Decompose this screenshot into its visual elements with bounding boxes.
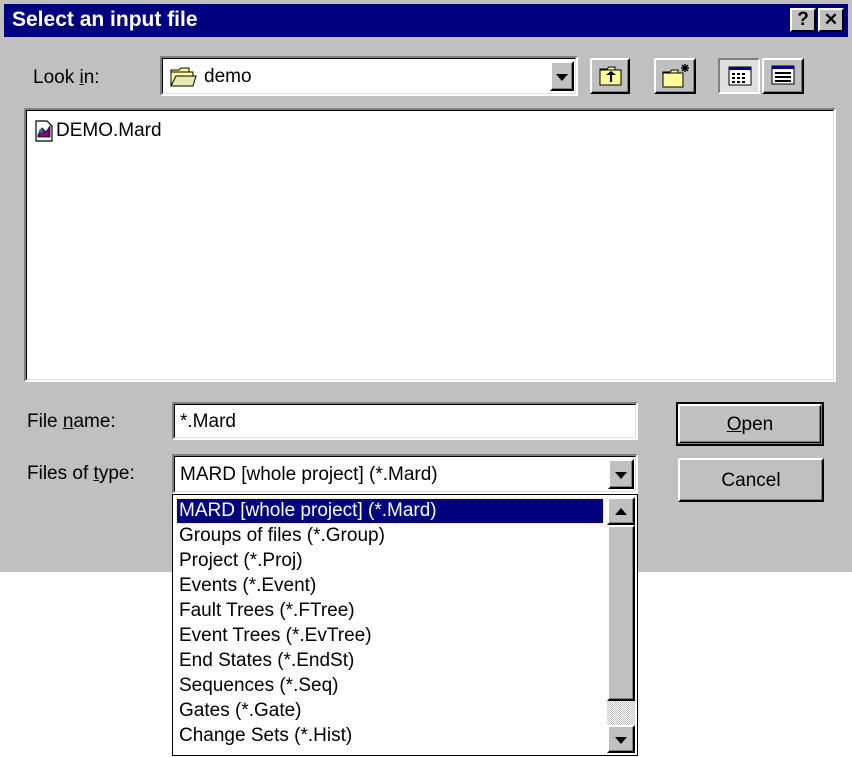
- file-name-input[interactable]: *.Mard: [172, 402, 638, 440]
- help-button[interactable]: ?: [790, 8, 816, 32]
- type-option[interactable]: Events (*.Event): [177, 574, 316, 598]
- files-of-type-label: Files of type:: [27, 463, 135, 484]
- type-option[interactable]: Groups of files (*.Group): [177, 524, 385, 548]
- folder-up-icon: [598, 65, 624, 93]
- scroll-up-icon: [615, 508, 627, 515]
- close-button[interactable]: ✕: [818, 8, 844, 32]
- scroll-up-button[interactable]: [607, 497, 635, 525]
- title-bar: Select an input file ? ✕: [4, 4, 848, 37]
- look-in-value: demo: [204, 66, 252, 87]
- type-option[interactable]: Change Sets (*.Hist): [177, 724, 352, 748]
- type-option[interactable]: Gates (*.Gate): [177, 699, 302, 723]
- open-button[interactable]: Open: [676, 402, 824, 446]
- scroll-down-button[interactable]: [607, 725, 635, 753]
- details-view-button[interactable]: [762, 58, 804, 94]
- type-option[interactable]: Sequences (*.Seq): [177, 674, 339, 698]
- file-name-value: *.Mard: [180, 411, 236, 432]
- type-option[interactable]: Project (*.Proj): [177, 549, 303, 573]
- list-view-icon: [728, 66, 752, 92]
- type-option[interactable]: End States (*.EndSt): [177, 649, 354, 673]
- look-in-label: Look in:: [33, 67, 100, 88]
- files-of-type-combobox[interactable]: MARD [whole project] (*.Mard): [172, 454, 638, 494]
- type-option[interactable]: Event Trees (*.EvTree): [177, 624, 372, 648]
- file-list[interactable]: DEMO.Mard: [24, 108, 836, 382]
- open-button-face: Open: [678, 404, 822, 444]
- open-button-label: Open: [726, 414, 774, 435]
- cancel-button[interactable]: Cancel: [678, 458, 824, 502]
- dropdown-scrollbar[interactable]: [607, 497, 635, 753]
- scroll-down-icon: [615, 737, 627, 744]
- files-of-type-dropdown-list[interactable]: MARD [whole project] (*.Mard) Groups of f…: [172, 494, 638, 756]
- up-one-level-button[interactable]: [590, 58, 630, 94]
- window-title: Select an input file: [12, 8, 198, 31]
- details-view-icon: [771, 65, 795, 91]
- files-of-type-value: MARD [whole project] (*.Mard): [180, 464, 438, 485]
- look-in-combobox[interactable]: demo: [160, 56, 578, 96]
- file-name-text: DEMO.Mard: [56, 120, 162, 141]
- scrollbar-thumb[interactable]: [607, 525, 635, 701]
- new-folder-icon: [661, 63, 691, 95]
- chevron-down-icon: [615, 472, 627, 479]
- cancel-button-label: Cancel: [721, 470, 781, 491]
- open-file-dialog: Select an input file ? ✕ Look in: demo D…: [0, 0, 852, 572]
- type-option-selected[interactable]: MARD [whole project] (*.Mard): [176, 498, 604, 524]
- mard-file-icon: [34, 120, 54, 148]
- type-option[interactable]: Fault Trees (*.FTree): [177, 599, 355, 623]
- close-icon: ✕: [823, 10, 839, 29]
- files-of-type-dropdown-button[interactable]: [608, 459, 634, 489]
- list-view-button[interactable]: [718, 58, 760, 94]
- look-in-dropdown-button[interactable]: [550, 61, 574, 91]
- file-name-label: File name:: [27, 411, 116, 432]
- create-new-folder-button[interactable]: [654, 58, 696, 94]
- folder-icon: [169, 64, 197, 94]
- chevron-down-icon: [556, 74, 568, 81]
- help-icon: ?: [797, 9, 809, 30]
